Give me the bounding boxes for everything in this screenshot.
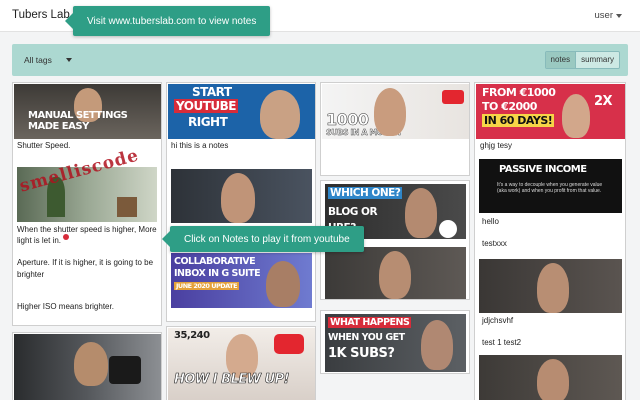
video-thumbnail[interactable] bbox=[171, 169, 312, 223]
video-thumbnail[interactable]: 35,240 HOW I BLEW UP! bbox=[168, 328, 315, 400]
video-thumbnail[interactable] bbox=[479, 355, 622, 400]
tags-dropdown-label: All tags bbox=[24, 55, 52, 65]
person-image bbox=[260, 90, 300, 139]
thumbnail-title: TO €2000 bbox=[482, 100, 537, 113]
play-notes-tooltip: Click on Notes to play it from youtube bbox=[162, 226, 364, 252]
thumbnail-title: BLOG OR bbox=[328, 206, 378, 218]
video-thumbnail[interactable] bbox=[14, 334, 161, 400]
video-thumbnail[interactable]: FROM €1000 TO €2000 IN 60 DAYS! 2X bbox=[476, 84, 625, 139]
view-toggle: notes summary bbox=[544, 51, 620, 69]
note-text[interactable]: Higher ISO means brighter. bbox=[14, 301, 117, 312]
visit-site-tooltip: Visit www.tuberslab.com to view notes bbox=[64, 6, 271, 36]
person-image bbox=[421, 320, 453, 370]
person-image bbox=[405, 188, 437, 238]
note-text[interactable]: testxxx bbox=[479, 238, 510, 249]
note-text[interactable]: When the shutter speed is higher, More bbox=[14, 224, 160, 235]
pot-image bbox=[117, 197, 137, 217]
note-text[interactable]: Shutter Speed. bbox=[14, 140, 73, 151]
note-text[interactable]: hi this is a notes bbox=[168, 140, 231, 151]
chevron-down-icon bbox=[65, 58, 72, 62]
person-image bbox=[221, 173, 255, 223]
thumbnail-title: YOUTUBE bbox=[174, 99, 238, 113]
thumbnail-title: JUNE 2020 UPDATE bbox=[174, 282, 240, 290]
thumbnail-title: WHAT HAPPENS bbox=[328, 317, 412, 328]
user-menu-label: user bbox=[594, 10, 613, 21]
thumbnail-title: WHEN YOU GET bbox=[328, 332, 405, 343]
view-summary-button[interactable]: summary bbox=[575, 52, 619, 68]
chevron-down-icon bbox=[616, 13, 622, 18]
pin-icon bbox=[63, 234, 69, 240]
person-image bbox=[374, 88, 406, 136]
thumbnail-title: 1K SUBS? bbox=[328, 346, 395, 361]
thumbnail-title: PASSIVE INCOME bbox=[499, 164, 587, 175]
video-card[interactable]: MANUAL SETTINGS MADE EASY Shutter Speed.… bbox=[12, 82, 162, 326]
user-menu[interactable]: user bbox=[595, 10, 622, 21]
thumbnail-title: COLLABORATIVE bbox=[174, 256, 256, 267]
thumbnail-title: RIGHT bbox=[188, 115, 228, 129]
youtube-play-icon bbox=[274, 334, 304, 354]
person-image bbox=[74, 342, 108, 386]
note-text[interactable]: Aperture. If it is higher, it is going t… bbox=[14, 257, 156, 268]
person-image bbox=[266, 261, 300, 307]
thumbnail-caption: It's a way to decouple when you generate… bbox=[497, 182, 603, 194]
video-card[interactable]: 1000 SUBS IN A MONTH bbox=[320, 82, 470, 176]
tags-dropdown[interactable]: All tags bbox=[24, 55, 72, 65]
subscriber-count: 35,240 bbox=[174, 330, 210, 341]
thumbnail-title: FROM €1000 bbox=[482, 86, 556, 99]
person-image bbox=[537, 359, 569, 400]
thumbnail-title: MANUAL SETTINGS MADE EASY bbox=[28, 110, 128, 132]
video-card[interactable] bbox=[12, 332, 162, 400]
video-thumbnail[interactable] bbox=[479, 259, 622, 313]
video-thumbnail[interactable]: START YOUTUBE RIGHT bbox=[168, 84, 315, 139]
video-thumbnail[interactable]: MANUAL SETTINGS MADE EASY bbox=[14, 84, 161, 139]
note-text[interactable]: ghjg tesy bbox=[477, 140, 515, 151]
youtube-play-icon bbox=[442, 90, 464, 104]
brand-logo[interactable]: Tubers Lab bbox=[12, 9, 70, 21]
note-text[interactable]: test 1 test2 bbox=[479, 337, 524, 348]
video-thumbnail[interactable]: COLLABORATIVE INBOX IN G SUITE JUNE 2020… bbox=[171, 253, 312, 308]
video-card[interactable]: START YOUTUBE RIGHT hi this is a notes C… bbox=[166, 82, 316, 322]
person-image bbox=[537, 263, 569, 313]
thumbnail-title: IN 60 DAYS! bbox=[482, 114, 555, 127]
person-image bbox=[379, 251, 411, 299]
thumbnail-title: 1000 bbox=[326, 110, 370, 130]
note-text[interactable]: brighter bbox=[14, 269, 47, 280]
person-image bbox=[562, 94, 590, 138]
video-thumbnail[interactable]: 1000 SUBS IN A MONTH bbox=[322, 84, 469, 139]
note-text[interactable]: hello bbox=[479, 216, 502, 227]
wordpress-icon bbox=[439, 220, 457, 238]
video-thumbnail[interactable]: WHAT HAPPENS WHEN YOU GET 1K SUBS? bbox=[325, 314, 466, 372]
thumbnail-title: HOW I BLEW UP! bbox=[174, 372, 290, 388]
filter-bar: All tags notes summary bbox=[12, 44, 628, 76]
video-thumbnail[interactable] bbox=[325, 247, 466, 299]
thumbnail-badge: 2X bbox=[594, 94, 613, 109]
video-card[interactable]: 35,240 HOW I BLEW UP! bbox=[166, 326, 316, 400]
thumbnail-title: INBOX IN G SUITE bbox=[174, 268, 261, 279]
note-text[interactable]: light is let in. bbox=[14, 235, 64, 246]
camera-image bbox=[109, 356, 141, 384]
view-notes-button[interactable]: notes bbox=[545, 52, 576, 68]
video-card[interactable]: FROM €1000 TO €2000 IN 60 DAYS! 2X ghjg … bbox=[474, 82, 626, 400]
video-card[interactable]: WHAT HAPPENS WHEN YOU GET 1K SUBS? bbox=[320, 310, 470, 374]
video-thumbnail[interactable]: PASSIVE INCOME It's a way to decouple wh… bbox=[479, 159, 622, 213]
thumbnail-title: WHICH ONE? bbox=[328, 187, 403, 199]
thumbnail-title: START bbox=[192, 85, 232, 99]
note-text[interactable]: jdjchsvhf bbox=[479, 315, 516, 326]
